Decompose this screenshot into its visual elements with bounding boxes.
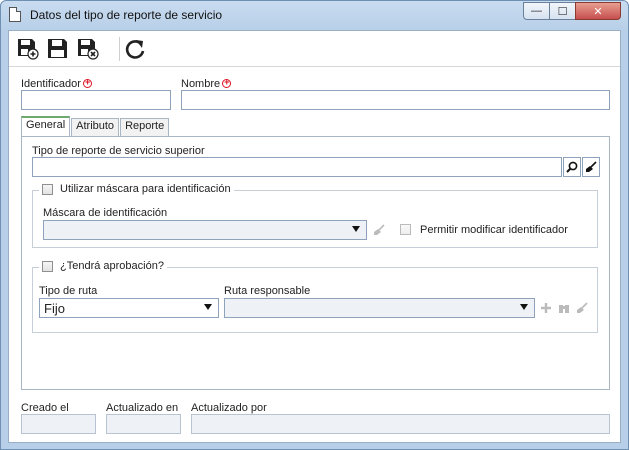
dialog-window: Datos del tipo de reporte de servicio — … [0,0,629,450]
plus-icon [541,303,551,313]
tipo-ruta-label: Tipo de ruta [39,285,98,297]
search-button[interactable] [563,157,581,177]
close-button[interactable]: ✕ [575,2,621,20]
minimize-button[interactable]: — [523,2,550,20]
chevron-down-icon [204,304,212,310]
broom-icon [374,224,385,235]
save-icon [48,39,67,58]
permitir-checkbox[interactable] [400,224,411,235]
aprobacion-group-label: ¿Tendrá aprobación? [60,260,164,272]
refresh-icon [125,40,145,59]
toolbar-separator [119,37,120,61]
search-icon [566,161,578,173]
save-new-icon [18,39,39,60]
tipo-ruta-value: Fijo [44,301,65,316]
identificador-input[interactable] [21,90,171,110]
mascara-label: Máscara de identificación [43,207,168,219]
aprobacion-checkbox[interactable] [42,260,53,272]
save-button[interactable] [47,38,69,60]
actualizado-en-label: Actualizado en [106,402,179,414]
mascara-select[interactable] [43,220,367,240]
ruta-responsable-label: Ruta responsable [224,285,311,297]
ruta-add-button[interactable] [537,298,555,318]
save-new-button[interactable] [17,38,39,60]
broom-icon [586,161,597,172]
identificador-label: Identificador [21,78,81,90]
maximize-button[interactable]: ☐ [549,2,576,20]
ruta-responsable-select[interactable] [224,298,535,318]
identificador-label-wrap: Identificador [21,77,92,90]
clear-button[interactable] [582,157,600,177]
tab-general[interactable]: General [21,116,71,136]
title-bar[interactable]: Datos del tipo de reporte de servicio — … [1,1,628,29]
nombre-label-wrap: Nombre [181,77,232,90]
actualizado-por-label: Actualizado por [191,402,267,414]
chevron-down-icon [352,226,360,232]
actualizado-en-field [106,414,181,434]
tab-panel-general: Tipo de reporte de servicio superior Uti [21,136,610,390]
toolbar [9,31,620,67]
mascara-group-label: Utilizar máscara para identificación [60,183,231,195]
save-close-icon [78,39,99,60]
nombre-label: Nombre [181,78,221,90]
mascara-clear-button[interactable] [370,220,388,240]
actualizado-por-field [191,414,610,434]
ruta-clear-button[interactable] [573,298,591,318]
broom-icon [577,302,588,313]
tab-atributo[interactable]: Atributo [71,118,120,136]
required-icon [222,77,232,88]
aprobacion-group-legend: ¿Tendrá aprobación? [39,260,167,272]
tab-strip: General Atributo Reporte [21,116,170,136]
creado-field [21,414,96,434]
tipo-superior-input[interactable] [32,157,562,177]
creado-label: Creado el [21,402,69,414]
mascara-checkbox[interactable] [42,183,53,195]
required-icon [82,77,92,88]
mascara-group: Utilizar máscara para identificación Más… [32,183,598,248]
tab-reporte[interactable]: Reporte [120,118,170,136]
chevron-down-icon [520,304,528,310]
dialog-body: Identificador Nombre General Atributo Re… [8,30,621,443]
window-controls: — ☐ ✕ [523,2,621,20]
binoculars-icon [559,305,569,313]
document-icon [9,7,21,22]
tipo-ruta-select[interactable]: Fijo [39,298,219,318]
tipo-superior-label: Tipo de reporte de servicio superior [32,145,205,157]
refresh-button[interactable] [124,38,146,60]
save-close-button[interactable] [77,38,99,60]
nombre-input[interactable] [181,90,610,110]
ruta-view-button[interactable] [555,298,573,318]
mascara-group-legend: Utilizar máscara para identificación [39,183,234,195]
window-title: Datos del tipo de reporte de servicio [30,8,223,22]
permitir-label: Permitir modificar identificador [420,224,568,236]
